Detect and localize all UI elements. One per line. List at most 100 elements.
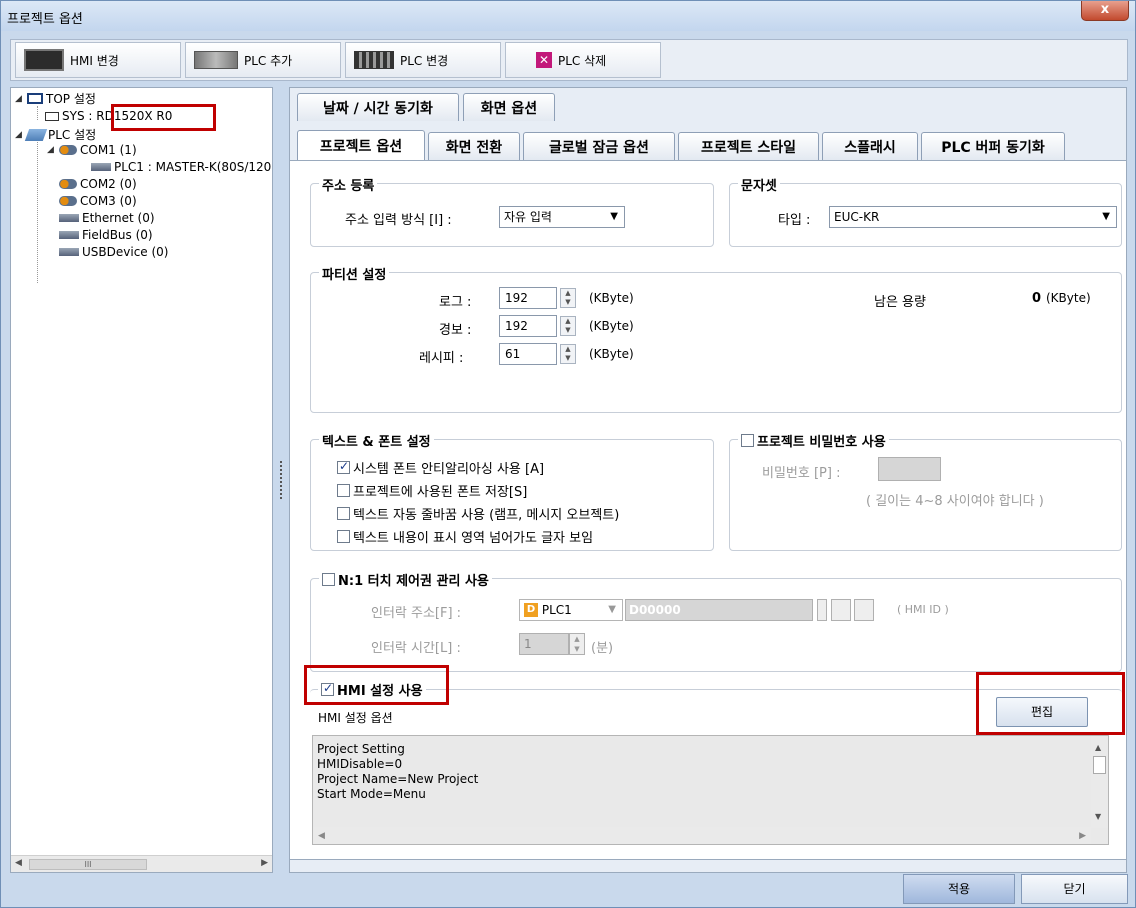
close-button[interactable]: 닫기 — [1021, 874, 1128, 904]
scroll-left-icon[interactable]: ◀ — [15, 858, 22, 868]
interlock-plc-value: PLC1 — [541, 603, 572, 617]
scroll-left-icon[interactable]: ◀ — [318, 829, 325, 844]
text-font-group: 텍스트 & 폰트 설정 시스템 폰트 안티알리아싱 사용 [A] 프로젝트에 사… — [310, 431, 714, 551]
project-options-window: 프로젝트 옵션 x HMI 변경 PLC 추가 PLC 변경 ✕ PLC 삭제 … — [0, 0, 1136, 908]
n1-touch-group: N:1 터치 제어권 관리 사용 인터락 주소[F] : D PLC1 ▼ D0… — [310, 570, 1122, 672]
plc-module-icon — [194, 51, 238, 69]
log-spinner[interactable]: 192 ▲ ▼ — [499, 287, 576, 309]
text-overflow-checkbox[interactable] — [337, 530, 350, 543]
interlock-address-label: 인터락 주소[F] : — [371, 606, 462, 621]
text-overflow-checkbox-row[interactable]: 텍스트 내용이 표시 영역 넘어가도 글자 보임 — [337, 527, 593, 546]
log-value: 192 — [505, 291, 528, 305]
text-horizontal-scrollbar[interactable]: ◀ ▶ — [313, 827, 1091, 844]
com-port-icon — [59, 196, 77, 206]
text-font-group-title: 텍스트 & 폰트 설정 — [319, 431, 434, 450]
n1-touch-checkbox[interactable] — [322, 573, 335, 586]
tab-screen-options[interactable]: 화면 옵션 — [463, 93, 555, 121]
scroll-thumb[interactable] — [1093, 756, 1106, 774]
tree-horizontal-scrollbar[interactable]: ◀ III ▶ — [11, 855, 272, 872]
tree-item-plc-setting[interactable]: ◢ PLC 설정 — [15, 126, 96, 143]
panel-splitter[interactable] — [280, 461, 283, 499]
tab-splash[interactable]: 스플래시 — [822, 132, 918, 160]
project-tree: ◢ TOP 설정 SYS : RD1520X R0 ◢ PLC 설정 ◢ COM… — [10, 87, 273, 873]
delete-x-icon: ✕ — [536, 52, 552, 68]
tree-item-top-setting[interactable]: ◢ TOP 설정 — [15, 90, 96, 107]
hmi-change-button[interactable]: HMI 변경 — [15, 42, 181, 78]
alarm-spinner[interactable]: 192 ▲ ▼ — [499, 315, 576, 337]
usb-device-icon — [59, 248, 79, 256]
tab-screen-switch[interactable]: 화면 전환 — [428, 132, 520, 160]
tree-item-com1[interactable]: ◢ COM1 (1) — [47, 143, 137, 157]
spin-arrows-icon[interactable]: ▲ ▼ — [560, 288, 576, 308]
spin-arrows-icon[interactable]: ▲ ▼ — [569, 633, 585, 655]
scroll-right-icon[interactable]: ▶ — [1079, 829, 1086, 844]
tree-item-ethernet[interactable]: Ethernet (0) — [59, 211, 155, 225]
tab-project-style[interactable]: 프로젝트 스타일 — [678, 132, 819, 160]
charset-type-value: EUC-KR — [834, 210, 880, 224]
com-port-icon — [59, 179, 77, 189]
spin-arrows-icon[interactable]: ▲ ▼ — [560, 344, 576, 364]
password-field[interactable] — [878, 457, 941, 481]
tab-project-options[interactable]: 프로젝트 옵션 — [297, 130, 425, 160]
tree-item-usbdevice[interactable]: USBDevice (0) — [59, 245, 168, 259]
remaining-capacity-label: 남은 용량 — [874, 295, 926, 310]
text-vertical-scrollbar[interactable]: ▲ ▼ — [1091, 736, 1108, 828]
collapse-arrow-icon[interactable]: ◢ — [15, 94, 25, 104]
apply-button[interactable]: 적용 — [903, 874, 1015, 904]
interlock-plc-combo[interactable]: D PLC1 ▼ — [519, 599, 623, 621]
recipe-unit: (KByte) — [589, 347, 634, 361]
spin-arrows-icon[interactable]: ▲ ▼ — [560, 316, 576, 336]
charset-group: 문자셋 타입 : EUC-KR ▼ — [729, 175, 1122, 247]
plc-delete-button[interactable]: ✕ PLC 삭제 — [505, 42, 661, 78]
tree-label: COM3 (0) — [80, 194, 137, 208]
text-overflow-label: 텍스트 내용이 표시 영역 넘어가도 글자 보임 — [353, 531, 594, 546]
tab-datetime-sync[interactable]: 날짜 / 시간 동기화 — [297, 93, 459, 121]
plc-add-button[interactable]: PLC 추가 — [185, 42, 341, 78]
hmi-options-label: HMI 설정 옵션 — [318, 711, 393, 725]
collapse-arrow-icon[interactable]: ◢ — [15, 130, 25, 140]
tree-label: PLC 설정 — [48, 128, 97, 142]
password-label: 비밀번호 [P] : — [762, 466, 841, 481]
tree-label: TOP 설정 — [46, 92, 96, 106]
dropdown-arrow-icon: ▼ — [608, 604, 616, 615]
tree-item-com3[interactable]: COM3 (0) — [59, 194, 137, 208]
save-font-checkbox[interactable] — [337, 484, 350, 497]
remaining-capacity-value: 0 — [1032, 291, 1042, 306]
address-group-title: 주소 등록 — [319, 175, 378, 194]
tree-item-plc1[interactable]: PLC1 : MASTER-K(80S/120 — [91, 160, 271, 174]
keypad-icon[interactable] — [854, 599, 874, 621]
address-book-icon[interactable] — [831, 599, 851, 621]
hmi-line: Project Name=New Project — [317, 772, 479, 786]
charset-type-combo[interactable]: EUC-KR ▼ — [829, 206, 1117, 228]
interlock-address-field[interactable]: D00000 — [625, 599, 813, 621]
window-title: 프로젝트 옵션 — [7, 12, 83, 27]
scroll-up-icon[interactable]: ▲ — [1095, 740, 1101, 755]
antialias-label: 시스템 폰트 안티알리아싱 사용 [A] — [353, 462, 545, 477]
hmi-settings-text[interactable]: Project Setting HMIDisable=0 Project Nam… — [312, 735, 1109, 845]
save-font-checkbox-row[interactable]: 프로젝트에 사용된 폰트 저장[S] — [337, 481, 527, 500]
address-input-combo[interactable]: 자유 입력 ▼ — [499, 206, 625, 228]
interlock-time-field[interactable]: 1 — [519, 633, 569, 655]
partition-group: 파티션 설정 로그 : 192 ▲ ▼ (KByte) 경보 : 192 ▲ ▼ (… — [310, 264, 1122, 413]
word-wrap-checkbox[interactable] — [337, 507, 350, 520]
highlight-box-edit — [976, 672, 1125, 735]
recipe-spinner[interactable]: 61 ▲ ▼ — [499, 343, 576, 365]
tab-global-lock[interactable]: 글로벌 잠금 옵션 — [523, 132, 675, 160]
tree-item-com2[interactable]: COM2 (0) — [59, 177, 137, 191]
antialias-checkbox[interactable] — [337, 459, 350, 474]
tree-line — [37, 106, 38, 120]
collapse-arrow-icon[interactable]: ◢ — [47, 145, 57, 155]
scroll-down-icon[interactable]: ▼ — [1095, 809, 1101, 824]
scroll-thumb[interactable]: III — [29, 859, 147, 870]
close-window-button[interactable]: x — [1081, 1, 1129, 21]
word-wrap-checkbox-row[interactable]: 텍스트 자동 줄바꿈 사용 (램프, 메시지 오브젝트) — [337, 504, 619, 523]
plc-change-button[interactable]: PLC 변경 — [345, 42, 501, 78]
address-input-label: 주소 입력 방식 [I] : — [345, 213, 452, 228]
tree-label: COM1 (1) — [80, 143, 137, 157]
tab-plc-buffer-sync[interactable]: PLC 버퍼 동기화 — [921, 132, 1065, 160]
tree-item-fieldbus[interactable]: FieldBus (0) — [59, 228, 153, 242]
antialias-checkbox-row[interactable]: 시스템 폰트 안티알리아싱 사용 [A] — [337, 458, 544, 477]
scroll-right-icon[interactable]: ▶ — [261, 858, 268, 868]
address-spin-icon[interactable] — [817, 599, 827, 621]
password-checkbox[interactable] — [741, 434, 754, 447]
